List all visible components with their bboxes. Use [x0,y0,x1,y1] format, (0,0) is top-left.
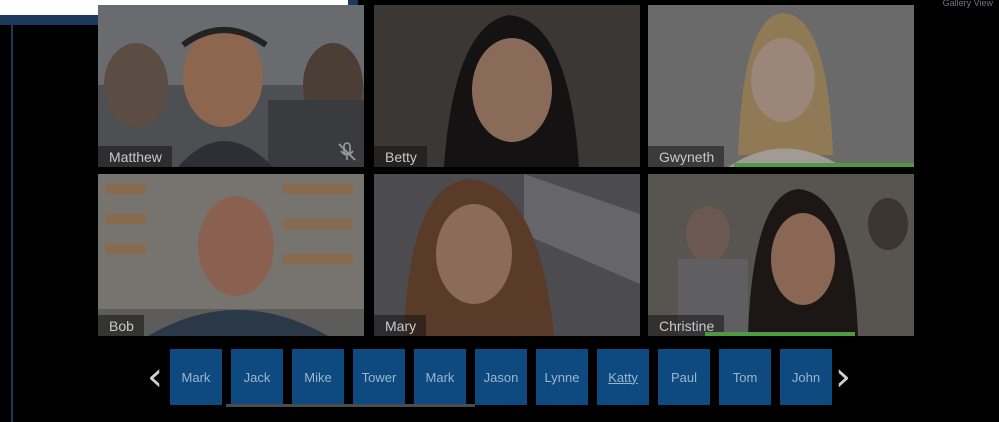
thumbnail-label: Mark [181,369,211,385]
thumbnail-label: Mike [304,369,332,385]
video-tile-bob[interactable]: Bob [98,174,364,336]
video-feed [98,174,364,336]
thumbnail-john[interactable]: John [780,349,832,405]
thumbnail-label: Lynne [544,369,580,385]
video-feed [374,174,640,336]
participant-name: Gwyneth [648,146,725,167]
thumbnail-lynne[interactable]: Lynne [536,349,588,405]
thumbnail-mark-2[interactable]: Mark [414,349,466,405]
thumbnail-tom[interactable]: Tom [719,349,771,405]
participant-name: Bob [98,315,144,336]
thumbnail-label: Tower [361,369,397,385]
panel-border [11,25,13,422]
thumbnail-label: Paul [670,369,698,385]
video-feed [648,5,914,167]
video-feed [374,5,640,167]
mic-off-icon [336,141,358,163]
participant-name: Mary [374,315,427,336]
video-feed [98,5,364,167]
active-speaker-indicator [734,163,914,167]
thumbnail-scrollbar[interactable] [226,404,475,407]
gallery-view-label[interactable]: Gallery View [943,0,993,8]
thumbnail-tower[interactable]: Tower [353,349,405,405]
participant-name: Matthew [98,146,172,167]
participant-name: Betty [374,146,427,167]
thumbnail-mike[interactable]: Mike [292,349,344,405]
thumbnail-label: Jason [483,369,519,385]
thumbnail-jack[interactable]: Jack [231,349,283,405]
video-feed [648,174,914,336]
thumbnail-mark[interactable]: Mark [170,349,222,405]
active-speaker-indicator [705,332,855,336]
thumbnail-strip: Mark Jack Mike Tower Mark Jason Lynne Ka… [170,349,832,405]
thumbnail-label: Jack [243,369,271,385]
video-tile-gwyneth[interactable]: Gwyneth [648,5,914,167]
thumbnail-label: John [791,369,821,385]
chevron-left-icon[interactable]: ‹ [147,357,163,397]
thumbnail-katty[interactable]: Katty [597,349,649,405]
thumbnail-paul[interactable]: Paul [658,349,710,405]
thumbnail-label: Katty [608,369,638,385]
thumbnail-jason[interactable]: Jason [475,349,527,405]
video-tile-christine[interactable]: Christine [648,174,914,336]
video-tile-mary[interactable]: Mary [374,174,640,336]
chevron-right-icon[interactable]: › [835,357,851,397]
thumbnail-label: Mark [425,369,455,385]
video-tile-matthew[interactable]: Matthew [98,5,364,167]
video-tile-betty[interactable]: Betty [374,5,640,167]
thumbnail-label: Tom [732,369,758,385]
